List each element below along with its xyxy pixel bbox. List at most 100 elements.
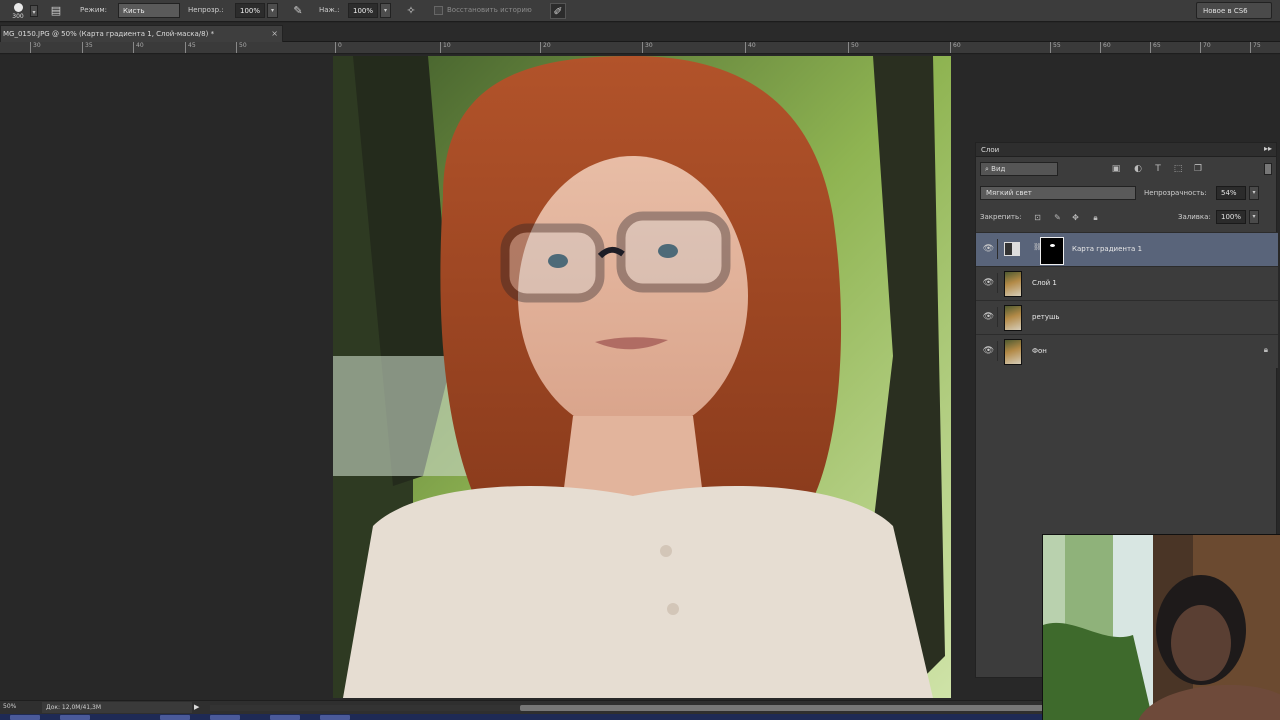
layer-row[interactable]: 👁︎ Фон 🔒︎: [976, 334, 1278, 368]
portrait-photo: [333, 56, 951, 698]
ruler-tick: 65: [1150, 42, 1161, 53]
status-menu-arrow[interactable]: ▶: [194, 703, 199, 711]
mask-spot: [1050, 244, 1055, 247]
opacity-label: Непрозр.:: [188, 6, 224, 14]
lock-transparent-icon[interactable]: ⊡: [1032, 212, 1043, 223]
panel-menu-icon[interactable]: ▸▸: [1264, 144, 1272, 153]
opacity-field[interactable]: 100%: [235, 3, 265, 18]
ruler-tick: 10: [440, 42, 451, 53]
layers-panel-title[interactable]: Слои: [981, 146, 999, 154]
layer-thumbnail: [1004, 305, 1022, 331]
ruler-tick: 50: [848, 42, 859, 53]
brush-dropdown-arrow[interactable]: ▾: [30, 5, 38, 17]
layer-name[interactable]: ретушь: [1032, 313, 1060, 321]
lock-label: Закрепить:: [980, 213, 1022, 221]
filter-smart-object-icon[interactable]: ❐: [1192, 163, 1204, 175]
layer-mask-thumbnail[interactable]: [1040, 237, 1064, 265]
visibility-eye-icon[interactable]: 👁︎: [980, 341, 998, 361]
visibility-eye-icon[interactable]: 👁︎: [980, 239, 998, 259]
opacity-dropdown-arrow[interactable]: ▾: [267, 3, 278, 18]
taskbar-button[interactable]: [210, 715, 240, 720]
taskbar-button[interactable]: [160, 715, 190, 720]
lock-all-icon[interactable]: 🔒︎: [1090, 212, 1101, 223]
horizontal-ruler: 30 35 40 45 50 0 10 20 30 40 50 60 55 60…: [0, 42, 1280, 54]
layer-name[interactable]: Карта градиента 1: [1072, 245, 1142, 253]
close-tab-icon[interactable]: ×: [271, 29, 278, 38]
adjustment-layer-icon: [1004, 242, 1020, 256]
mode-label: Режим:: [80, 6, 108, 14]
brush-tip-icon: [13, 2, 23, 12]
taskbar-button[interactable]: [320, 715, 350, 720]
taskbar-button[interactable]: [270, 715, 300, 720]
horizontal-scrollbar[interactable]: [210, 705, 1060, 711]
layer-filter-label: Вид: [991, 165, 1006, 173]
layer-filter-row: ⌕ Вид ▣ ◐ T ⬚ ❐: [976, 159, 1278, 181]
layers-panel-header: Слои ▸▸: [976, 143, 1276, 157]
filter-pixel-icon[interactable]: ▣: [1110, 163, 1122, 175]
layer-thumbnail: [1004, 339, 1022, 365]
taskbar-button[interactable]: [60, 715, 90, 720]
pressure-opacity-icon[interactable]: ✎: [290, 3, 306, 19]
ruler-tick: 35: [82, 42, 93, 53]
layer-name[interactable]: Слой 1: [1032, 279, 1057, 287]
document-tab-bar: MG_0150.JPG @ 50% (Карта градиента 1, Сл…: [0, 23, 1280, 42]
ruler-tick: 0: [335, 42, 342, 53]
ruler-tick: 20: [540, 42, 551, 53]
mode-select[interactable]: Кисть: [118, 3, 180, 18]
ruler-tick: 75: [1250, 42, 1261, 53]
zoom-level[interactable]: 50%: [3, 703, 16, 710]
layer-opacity-field[interactable]: 54%: [1216, 186, 1246, 200]
pressure-size-icon[interactable]: ✐: [550, 3, 566, 19]
lock-position-icon[interactable]: ✥: [1070, 212, 1081, 223]
layer-name[interactable]: Фон: [1032, 347, 1047, 355]
layer-thumbnail: [1004, 271, 1022, 297]
flow-dropdown-arrow[interactable]: ▾: [380, 3, 391, 18]
ruler-tick: 30: [30, 42, 41, 53]
visibility-eye-icon[interactable]: 👁︎: [980, 307, 998, 327]
filter-adjustment-icon[interactable]: ◐: [1132, 163, 1144, 175]
opacity-label: Непрозрачность:: [1144, 189, 1207, 197]
flow-field[interactable]: 100%: [348, 3, 378, 18]
workspace-button[interactable]: Новое в CS6: [1196, 2, 1272, 19]
document-tab[interactable]: MG_0150.JPG @ 50% (Карта градиента 1, Сл…: [0, 25, 283, 42]
ruler-tick: 45: [185, 42, 196, 53]
layer-filter-select[interactable]: ⌕ Вид: [980, 162, 1058, 176]
fill-arrow[interactable]: ▾: [1249, 210, 1259, 224]
document-image[interactable]: [333, 56, 951, 698]
ruler-tick: 55: [1050, 42, 1061, 53]
layer-row[interactable]: 👁︎ ретушь: [976, 300, 1278, 334]
restore-history-label: Восстановить историю: [447, 6, 532, 14]
ruler-tick: 60: [1100, 42, 1111, 53]
filter-shape-icon[interactable]: ⬚: [1172, 163, 1184, 175]
taskbar-button[interactable]: [10, 715, 40, 720]
ruler-tick: 60: [950, 42, 961, 53]
brush-size: 300: [12, 12, 24, 20]
blend-mode-select[interactable]: Мягкий свет: [980, 186, 1136, 200]
lock-row: Закрепить: ⊡ ✎ ✥ 🔒︎ Заливка: 100% ▾: [976, 207, 1278, 229]
document-tab-title: MG_0150.JPG @ 50% (Карта градиента 1, Сл…: [3, 30, 215, 38]
layer-row[interactable]: 👁︎ ⛓︎ Карта градиента 1: [976, 232, 1278, 266]
document-info[interactable]: Док: 12,0M/41,3M: [42, 702, 192, 713]
layer-lock-icon: 🔒︎: [1263, 345, 1268, 354]
webcam-video: [1043, 535, 1280, 720]
lock-image-icon[interactable]: ✎: [1052, 212, 1063, 223]
fill-field[interactable]: 100%: [1216, 210, 1246, 224]
ruler-tick: 40: [133, 42, 144, 53]
filter-type-icon[interactable]: T: [1152, 163, 1164, 175]
ruler-tick: 30: [642, 42, 653, 53]
filter-toggle[interactable]: [1264, 163, 1272, 175]
layer-opacity-arrow[interactable]: ▾: [1249, 186, 1259, 200]
layer-row[interactable]: 👁︎ Слой 1: [976, 266, 1278, 300]
visibility-eye-icon[interactable]: 👁︎: [980, 273, 998, 293]
restore-history-checkbox[interactable]: [434, 6, 443, 15]
fill-label: Заливка:: [1178, 213, 1211, 221]
brush-panel-toggle-icon[interactable]: ▤: [48, 3, 64, 19]
airbrush-icon[interactable]: ✧: [403, 3, 419, 19]
options-bar: 300 ▾ ▤ Режим: Кисть Непрозр.: 100% ▾ ✎ …: [0, 0, 1280, 22]
brush-preset-picker[interactable]: 300: [8, 1, 28, 21]
ruler-tick: 40: [745, 42, 756, 53]
scrollbar-thumb[interactable]: [520, 705, 1060, 711]
webcam-overlay: [1042, 534, 1280, 720]
photoshop-window: 300 ▾ ▤ Режим: Кисть Непрозр.: 100% ▾ ✎ …: [0, 0, 1280, 720]
blend-row: Мягкий свет Непрозрачность: 54% ▾: [976, 183, 1278, 205]
